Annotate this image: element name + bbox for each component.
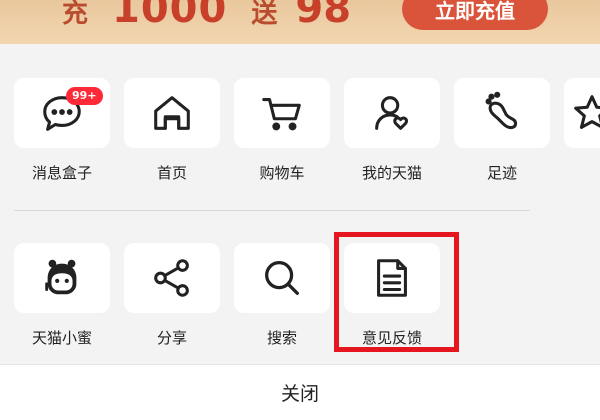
menu-tile <box>234 243 330 313</box>
recharge-button[interactable]: 立即充值 <box>402 0 548 30</box>
menu-item-label: 天猫小蜜 <box>31 329 92 347</box>
star-icon <box>574 95 600 129</box>
menu-item-label: 搜索 <box>266 329 297 347</box>
cart-icon <box>262 98 301 131</box>
profile-icon <box>375 96 409 130</box>
menu-tile <box>14 243 110 313</box>
menu-item-message-box[interactable]: 99+ 消息盒子 <box>14 78 110 182</box>
menu-item-cart[interactable]: 购物车 <box>234 78 330 182</box>
menu-item-tmall-assistant[interactable]: 天猫小蜜 <box>14 243 110 347</box>
menu-item-label: 分享 <box>156 329 187 347</box>
promo-banner: 充 1000 送 98 立即充值 <box>0 0 600 44</box>
menu-item-share[interactable]: 分享 <box>124 243 220 347</box>
search-icon <box>265 261 299 295</box>
menu-item-label: 消息盒子 <box>31 164 92 182</box>
more-options-sheet: 99+ 消息盒子 首页 购物车 我的天猫 足迹 天猫小蜜 分享 搜索 意见反馈 … <box>0 44 600 420</box>
menu-tile <box>234 78 330 148</box>
menu-tile <box>124 243 220 313</box>
menu-item-partial[interactable] <box>564 78 600 148</box>
footprint-icon <box>485 91 518 130</box>
menu-item-label: 我的天猫 <box>361 164 422 182</box>
promo-middle: 送 <box>251 0 278 29</box>
menu-item-footprint[interactable]: 足迹 <box>454 78 550 182</box>
menu-tile <box>124 78 220 148</box>
menu-item-home[interactable]: 首页 <box>124 78 220 182</box>
promo-bonus: 98 <box>295 0 352 32</box>
assistant-icon <box>45 259 77 295</box>
row-divider <box>14 210 530 211</box>
promo-prefix: 充 <box>62 0 89 29</box>
menu-item-label: 购物车 <box>259 164 305 182</box>
share-icon <box>154 259 189 297</box>
menu-item-search[interactable]: 搜索 <box>234 243 330 347</box>
close-button[interactable]: 关闭 <box>0 364 600 420</box>
promo-amount: 1000 <box>112 0 228 32</box>
menu-tile <box>564 78 600 148</box>
unread-badge: 99+ <box>66 87 103 105</box>
promo-text: 充 1000 送 98 <box>62 0 351 40</box>
menu-tile: 99+ <box>14 78 110 148</box>
highlight-box <box>334 232 459 352</box>
menu-item-label: 首页 <box>156 164 187 182</box>
menu-tile <box>344 78 440 148</box>
menu-tile <box>454 78 550 148</box>
menu-item-label: 足迹 <box>486 164 517 182</box>
menu-item-my-tmall[interactable]: 我的天猫 <box>344 78 440 182</box>
home-icon <box>154 96 190 130</box>
